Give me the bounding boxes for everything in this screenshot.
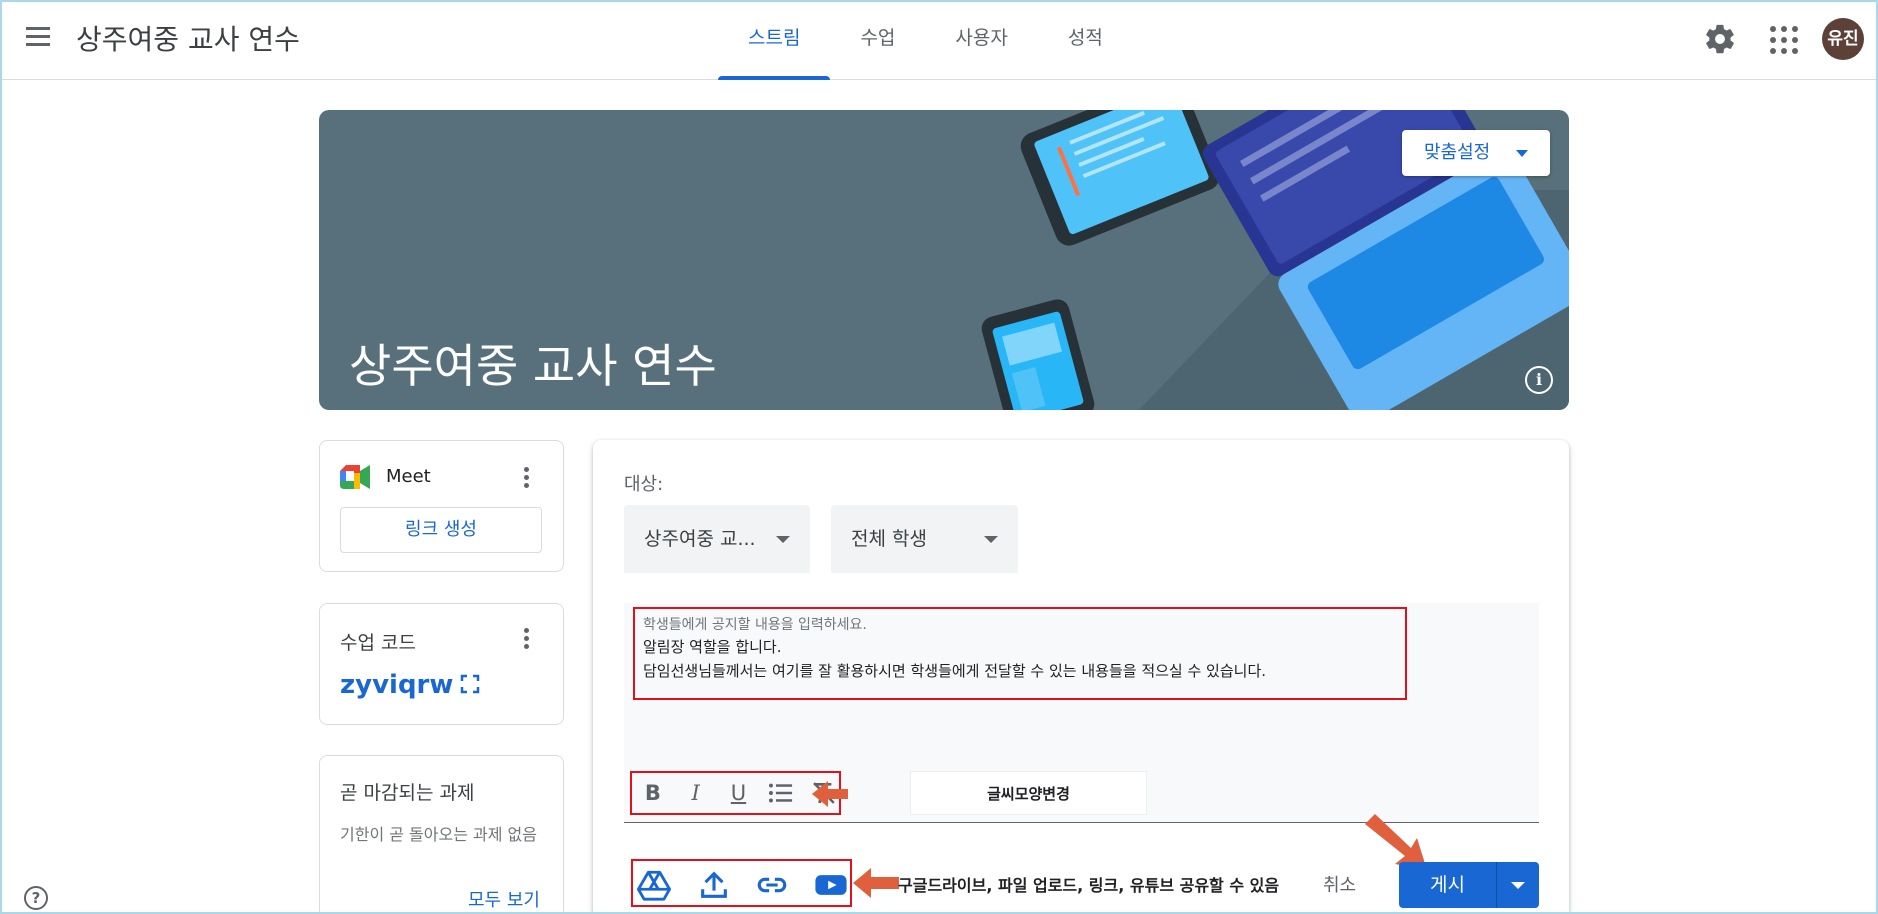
bulleted-list-icon[interactable] — [766, 777, 796, 809]
arrow-left-icon — [812, 781, 848, 807]
help-icon[interactable]: ? — [24, 886, 48, 910]
meet-logo-icon — [340, 465, 370, 489]
editor-line: 담임선생님들께서는 여기를 잘 활용하시면 학생들에게 전달할 수 있는 내용들… — [643, 662, 1267, 680]
customize-button[interactable]: 맞춤설정 — [1402, 130, 1550, 176]
view-all-link[interactable]: 모두 보기 — [468, 886, 540, 912]
class-code-value: zyviqrw — [340, 670, 454, 700]
format-note: 글씨모양변경 — [910, 771, 1147, 815]
apps-grid-icon[interactable] — [1768, 24, 1798, 54]
banner-title: 상주여중 교사 연수 — [349, 339, 717, 393]
editor-placeholder: 학생들에게 공지할 내용을 입력하세요. — [643, 617, 867, 633]
more-vert-icon[interactable] — [521, 465, 531, 491]
class-select-value: 상주여중 교... — [644, 528, 756, 550]
post-label: 게시 — [1430, 874, 1465, 896]
tab-grades[interactable]: 성적 — [1038, 0, 1133, 80]
tab-stream[interactable]: 스트림 — [718, 0, 831, 80]
upcoming-title: 곧 마감되는 과제 — [340, 782, 475, 804]
tab-classwork[interactable]: 수업 — [830, 0, 925, 80]
gear-icon[interactable] — [1703, 22, 1737, 56]
class-select[interactable]: 상주여중 교... — [624, 505, 810, 573]
attachment-note: 구글드라이브, 파일 업로드, 링크, 유튜브 공유할 수 있음 — [898, 876, 1280, 895]
google-drive-icon[interactable] — [637, 868, 671, 902]
underline-button[interactable]: U — [724, 777, 754, 809]
announcement-composer: 대상: 상주여중 교... 전체 학생 학생들에게 공지할 내용을 입력하세요.… — [593, 440, 1569, 914]
chevron-down-icon[interactable] — [1511, 882, 1525, 889]
italic-button[interactable]: I — [681, 777, 711, 809]
class-code-card: 수업 코드 zyviqrw — [319, 603, 564, 725]
class-title[interactable]: 상주여중 교사 연수 — [76, 18, 300, 58]
upcoming-card: 곧 마감되는 과제 기한이 곧 돌아오는 과제 없음 모두 보기 — [319, 755, 564, 914]
annotation-box-format-toolbar: B I U — [630, 771, 841, 815]
avatar[interactable]: 유진 — [1822, 18, 1864, 60]
cancel-button[interactable]: 취소 — [1323, 871, 1356, 897]
annotation-box-text[interactable]: 학생들에게 공지할 내용을 입력하세요. 알림장 역할을 합니다. 담임선생님들… — [633, 607, 1407, 700]
youtube-icon[interactable] — [814, 868, 848, 902]
upcoming-empty-text: 기한이 곧 돌아오는 과제 없음 — [340, 825, 537, 844]
link-icon[interactable] — [755, 868, 789, 902]
post-button[interactable]: 게시 — [1399, 862, 1539, 908]
customize-label: 맞춤설정 — [1424, 142, 1491, 163]
more-vert-icon[interactable] — [521, 626, 531, 652]
class-code-label: 수업 코드 — [340, 632, 416, 654]
menu-icon[interactable] — [22, 22, 54, 54]
post-divider — [1496, 862, 1497, 908]
students-select[interactable]: 전체 학생 — [831, 505, 1018, 573]
chevron-down-icon — [984, 536, 998, 543]
upload-icon[interactable] — [697, 868, 731, 902]
tab-bar: 스트림 수업 사용자 성적 — [718, 0, 1133, 80]
meet-label: Meet — [386, 466, 431, 487]
target-label: 대상: — [624, 474, 664, 495]
app-header: 상주여중 교사 연수 스트림 수업 사용자 성적 유진 — [0, 0, 1878, 80]
info-icon[interactable]: i — [1525, 366, 1553, 394]
bold-button[interactable]: B — [638, 777, 668, 809]
fullscreen-icon[interactable] — [460, 674, 480, 694]
chevron-down-icon — [776, 536, 790, 543]
students-select-value: 전체 학생 — [851, 528, 927, 550]
annotation-box-attachments — [631, 859, 852, 907]
meet-card: Meet 링크 생성 — [319, 440, 564, 572]
class-banner: 상주여중 교사 연수 맞춤설정 i — [319, 110, 1569, 410]
chevron-down-icon — [1516, 150, 1528, 157]
announcement-editor[interactable]: 학생들에게 공지할 내용을 입력하세요. 알림장 역할을 합니다. 담임선생님들… — [624, 603, 1539, 823]
editor-line: 알림장 역할을 합니다. — [643, 638, 782, 656]
generate-link-button[interactable]: 링크 생성 — [340, 507, 542, 553]
arrow-left-icon — [853, 868, 899, 898]
tab-people[interactable]: 사용자 — [925, 0, 1037, 80]
